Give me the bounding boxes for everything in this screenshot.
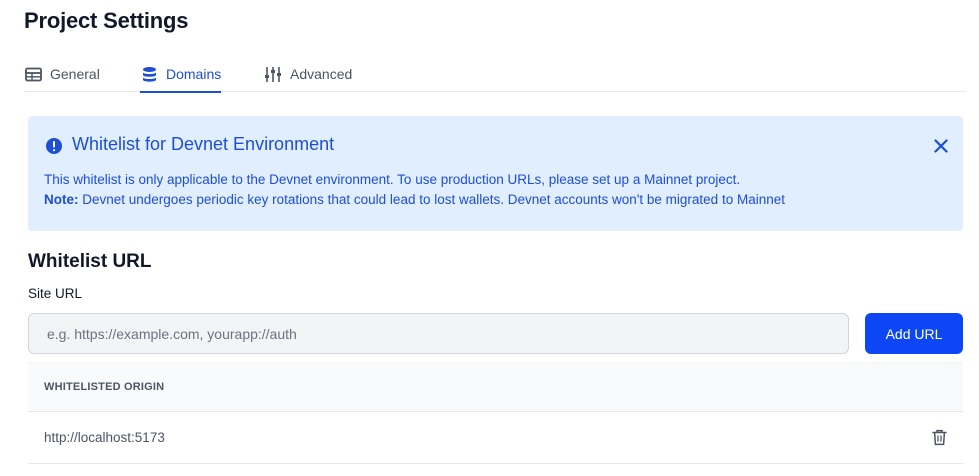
section-title: Whitelist URL bbox=[28, 251, 152, 272]
sliders-icon bbox=[264, 65, 282, 83]
devnet-alert: Whitelist for Devnet Environment This wh… bbox=[28, 116, 963, 231]
alert-note-text: Devnet undergoes periodic key rotations … bbox=[78, 192, 785, 207]
database-icon bbox=[140, 65, 158, 83]
column-header-origin: WHITELISTED ORIGIN bbox=[28, 362, 963, 412]
alert-line: This whitelist is only applicable to the… bbox=[44, 172, 741, 187]
table-row: http://localhost:5173 bbox=[28, 412, 963, 464]
tab-general[interactable]: General bbox=[24, 56, 100, 92]
page-title: Project Settings bbox=[24, 8, 189, 33]
alert-title: Whitelist for Devnet Environment bbox=[72, 134, 335, 154]
whitelist-table: WHITELISTED ORIGIN http://localhost:5173 bbox=[28, 362, 963, 464]
tab-general-label: General bbox=[50, 66, 100, 82]
close-icon[interactable] bbox=[931, 136, 951, 156]
origin-value: http://localhost:5173 bbox=[44, 430, 165, 445]
trash-icon[interactable] bbox=[929, 428, 949, 448]
site-url-label: Site URL bbox=[28, 286, 83, 301]
tab-advanced-label: Advanced bbox=[290, 66, 353, 82]
alert-body: This whitelist is only applicable to the… bbox=[44, 170, 785, 210]
tab-domains-label: Domains bbox=[166, 66, 222, 82]
info-circle-icon bbox=[45, 137, 63, 155]
settings-tabs: General Domains Advanced bbox=[24, 56, 967, 93]
tab-advanced[interactable]: Advanced bbox=[264, 56, 352, 92]
add-url-button[interactable]: Add URL bbox=[865, 313, 963, 354]
site-url-input[interactable] bbox=[28, 313, 849, 354]
tab-domains[interactable]: Domains bbox=[140, 56, 222, 93]
table-icon bbox=[24, 65, 42, 83]
alert-note-label: Note: bbox=[44, 192, 79, 207]
alert-note: Note: Devnet undergoes periodic key rota… bbox=[44, 190, 785, 210]
